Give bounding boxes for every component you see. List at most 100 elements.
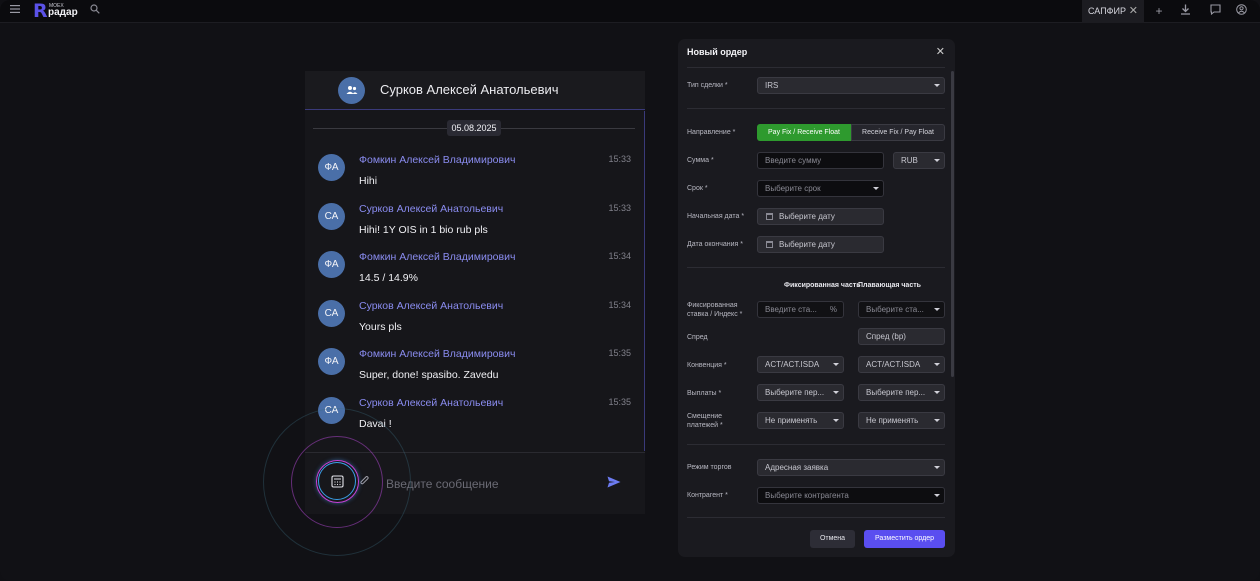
shift-label: Смещение платежей * <box>687 413 723 429</box>
divider <box>687 444 945 445</box>
direction-receive-fix-button[interactable]: Receive Fix / Pay Float <box>851 124 945 141</box>
float-index-select[interactable]: Выберите ста... <box>858 301 945 318</box>
chevron-down-icon <box>934 466 940 469</box>
amount-input[interactable]: Введите сумму <box>757 152 884 169</box>
percent-unit: % <box>829 305 837 314</box>
message-author[interactable]: Фомкин Алексей Владимирович <box>359 251 515 263</box>
deal-type-select[interactable]: IRS <box>757 77 945 94</box>
message-text: 14.5 / 14.9% <box>359 272 418 284</box>
message-item: СА Сурков Алексей Анатольевич 15:35 Dava… <box>305 395 645 439</box>
chat-panel: Сурков Алексей Анатольевич 05.08.2025 ФА… <box>305 71 645 514</box>
logo-mark: R <box>33 0 48 22</box>
term-select[interactable]: Выберите срок <box>757 180 884 197</box>
divider <box>687 67 945 68</box>
spread-label: Спред <box>687 334 708 341</box>
direction-label: Направление * <box>687 129 736 136</box>
close-icon[interactable]: ✕ <box>936 45 945 58</box>
download-icon[interactable] <box>1178 4 1192 18</box>
counterparty-value: Выберите контрагента <box>765 491 849 500</box>
send-icon[interactable] <box>607 475 621 489</box>
chevron-down-icon <box>833 391 839 394</box>
app-window: R MOEX радар САПФИР ✕ + Сурков Алексей А… <box>0 0 1260 581</box>
fixed-convention-value: ACT/ACT.ISDA <box>765 360 820 369</box>
direction-pay-fix-button[interactable]: Pay Fix / Receive Float <box>757 124 851 141</box>
submit-order-button[interactable]: Разместить ордер <box>864 530 945 548</box>
modal-title: Новый ордер <box>687 47 748 57</box>
chevron-down-icon <box>934 419 940 422</box>
message-time: 15:34 <box>608 251 631 261</box>
chevron-down-icon <box>934 494 940 497</box>
fixed-rate-input[interactable]: Введите ста... % <box>757 301 844 318</box>
float-convention-select[interactable]: ACT/ACT.ISDA <box>858 356 945 373</box>
rate-label: Фиксированная ставка / Индекс * <box>687 302 743 318</box>
fixed-shift-select[interactable]: Не применять <box>757 412 844 429</box>
message-time: 15:35 <box>608 348 631 358</box>
spread-input[interactable]: Спред (bp) <box>858 328 945 345</box>
message-list[interactable]: 05.08.2025 ФА Фомкин Алексей Владимирови… <box>305 111 645 451</box>
chevron-down-icon <box>934 159 940 162</box>
message-time: 15:35 <box>608 397 631 407</box>
fixed-rate-value: Введите ста... <box>765 305 817 314</box>
message-text: Hihi <box>359 175 378 187</box>
float-payments-select[interactable]: Выберите пер... <box>858 384 945 401</box>
float-leg-header: Плавающая часть <box>858 282 921 289</box>
calendar-icon <box>766 213 773 220</box>
currency-select[interactable]: RUB <box>893 152 945 169</box>
trade-mode-select[interactable]: Адресная заявка <box>757 459 945 476</box>
message-author[interactable]: Фомкин Алексей Владимирович <box>359 348 515 360</box>
end-date-picker[interactable]: Выберите дату <box>757 236 884 253</box>
message-author[interactable]: Сурков Алексей Анатольевич <box>359 203 503 215</box>
modal-scrollbar[interactable] <box>951 71 954 377</box>
chat-header: Сурков Алексей Анатольевич <box>305 71 645 110</box>
avatar: СА <box>318 397 345 424</box>
float-convention-value: ACT/ACT.ISDA <box>866 360 921 369</box>
message-text: Super, done! spasibo. Zavedu <box>359 369 499 381</box>
message-input[interactable]: Введите сообщение <box>386 477 499 491</box>
start-date-picker[interactable]: Выберите дату <box>757 208 884 225</box>
avatar: ФА <box>318 251 345 278</box>
fixed-payments-value: Выберите пер... <box>765 388 825 397</box>
trade-mode-label: Режим торгов <box>687 464 732 471</box>
tab-label: САПФИР <box>1088 6 1126 16</box>
message-text: Hihi! 1Y OIS in 1 bio rub pls <box>359 224 488 236</box>
chevron-down-icon <box>873 187 879 190</box>
search-icon[interactable] <box>88 4 102 18</box>
add-tab-icon[interactable]: + <box>1152 4 1166 18</box>
float-shift-value: Не применять <box>866 416 919 425</box>
user-icon[interactable] <box>1234 4 1248 18</box>
message-author[interactable]: Сурков Алексей Анатольевич <box>359 300 503 312</box>
chevron-down-icon <box>934 308 940 311</box>
chat-icon[interactable] <box>1208 4 1222 18</box>
menu-icon[interactable] <box>8 4 22 18</box>
message-text: Davai ! <box>359 418 392 430</box>
message-text: Yours pls <box>359 321 402 333</box>
app-logo: R MOEX радар <box>33 1 83 21</box>
float-shift-select[interactable]: Не применять <box>858 412 945 429</box>
counterparty-select[interactable]: Выберите контрагента <box>757 487 945 504</box>
cancel-button[interactable]: Отмена <box>810 530 855 548</box>
term-label: Срок * <box>687 185 708 192</box>
logo-main-text: радар <box>48 7 78 18</box>
fixed-convention-select[interactable]: ACT/ACT.ISDA <box>757 356 844 373</box>
chevron-down-icon <box>833 363 839 366</box>
fixed-leg-header: Фиксированная часть <box>784 282 861 289</box>
message-time: 15:33 <box>608 154 631 164</box>
group-avatar <box>338 77 365 104</box>
fixed-payments-select[interactable]: Выберите пер... <box>757 384 844 401</box>
message-author[interactable]: Фомкин Алексей Владимирович <box>359 154 515 166</box>
payments-label: Выплаты * <box>687 390 722 397</box>
top-bar: R MOEX радар САПФИР ✕ + <box>0 0 1260 23</box>
chevron-down-icon <box>934 363 940 366</box>
avatar: ФА <box>318 348 345 375</box>
message-time: 15:33 <box>608 203 631 213</box>
tab-sapfir[interactable]: САПФИР ✕ <box>1082 0 1144 23</box>
message-author[interactable]: Сурков Алексей Анатольевич <box>359 397 503 409</box>
new-order-modal: Новый ордер ✕ Тип сделки * IRS Направлен… <box>678 39 955 557</box>
message-composer: Введите сообщение <box>305 452 645 514</box>
close-icon[interactable]: ✕ <box>1129 0 1138 23</box>
attach-icon[interactable] <box>359 475 371 490</box>
calculator-icon[interactable] <box>331 475 344 488</box>
end-date-label: Дата окончания * <box>687 241 744 248</box>
end-date-value: Выберите дату <box>779 240 835 249</box>
trade-mode-value: Адресная заявка <box>765 463 829 472</box>
